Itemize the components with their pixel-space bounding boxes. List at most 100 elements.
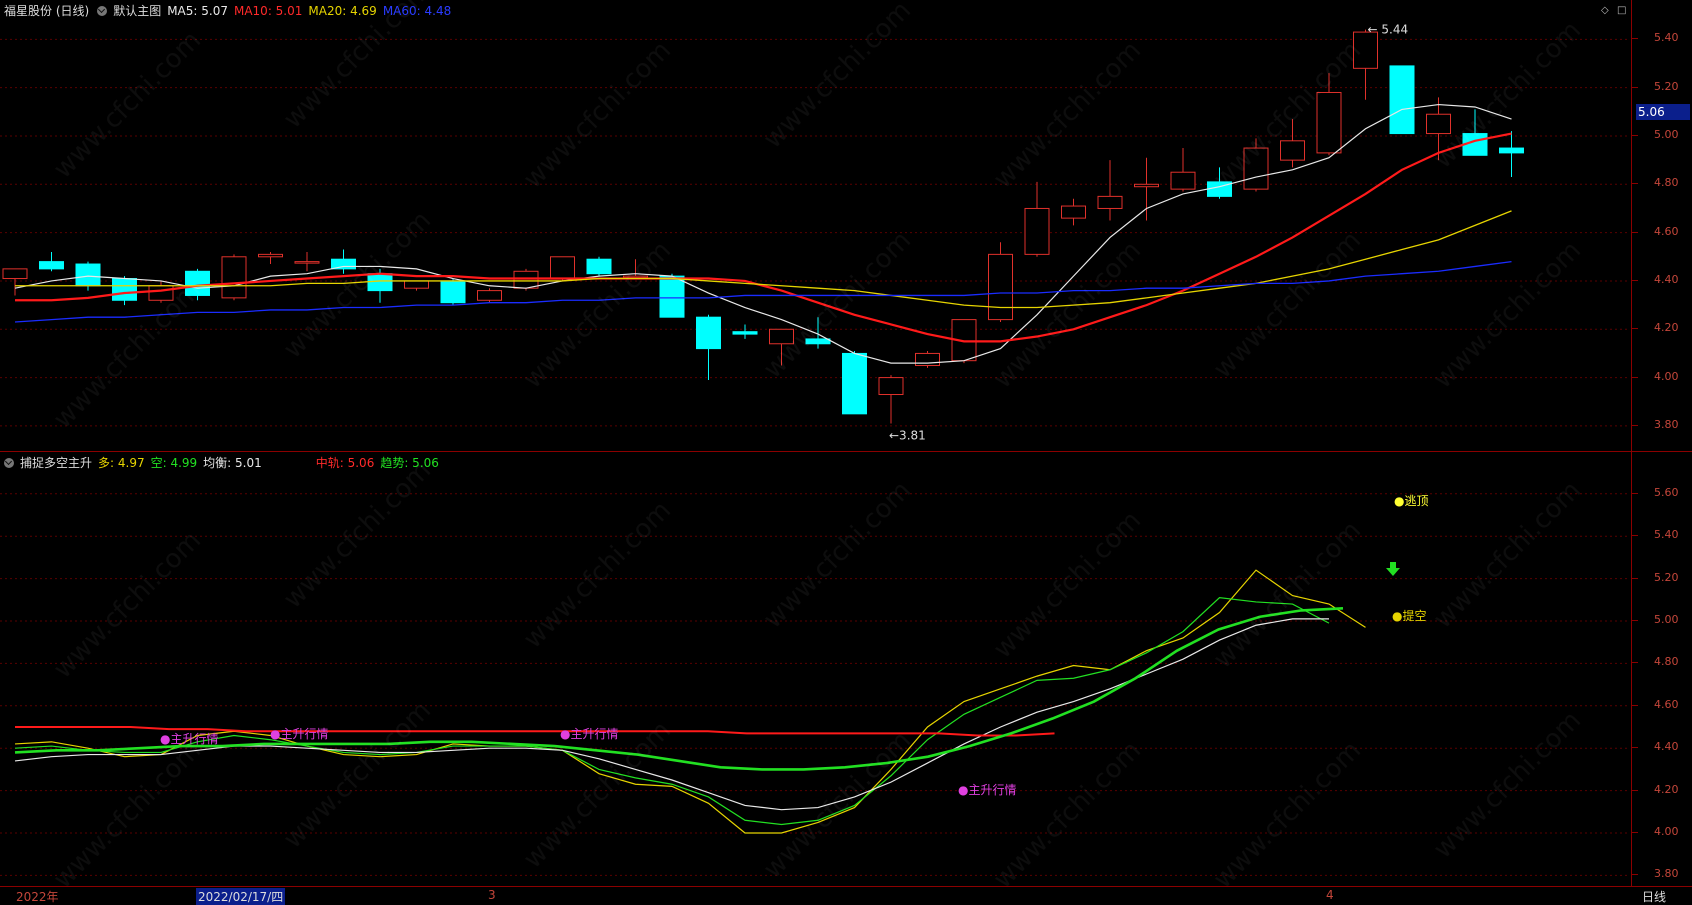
candle-down (659, 275, 685, 318)
sub-legend: 捕捉多空主升 多: 4.97 空: 4.99 均衡: 5.01 中轨: 5.06 趋势: … (4, 454, 445, 472)
price-tick: 5.00 (1632, 127, 1679, 141)
signal-tikong: ●提空 (1392, 608, 1426, 623)
candle-down (112, 278, 137, 301)
template-name[interactable]: 默认主图 (113, 4, 161, 18)
candle-down (440, 280, 466, 304)
indicator-tick: 5.00 (1632, 613, 1679, 626)
candle-up (1024, 207, 1050, 255)
candle-up (550, 256, 575, 280)
indicator-tick: 4.80 (1632, 655, 1679, 669)
candle-up (1170, 171, 1196, 190)
ma5-value: MA5: 5.07 (167, 4, 228, 18)
candle-up (1061, 205, 1086, 219)
period-button[interactable]: 日线 (1642, 888, 1666, 905)
indicator-tick: 5.60 (1632, 485, 1679, 499)
candle-down (331, 258, 356, 270)
candle-up (477, 290, 502, 301)
price-tick: 3.80 (1632, 417, 1679, 431)
candle-up (623, 275, 648, 279)
candle-up (769, 328, 794, 345)
indicator-tick: 5.20 (1632, 570, 1679, 584)
signal-zhusheng: ●主升行情 (958, 783, 1016, 797)
junheng-line (14, 618, 1329, 811)
candle-down (842, 352, 867, 415)
candle-up (1353, 31, 1378, 69)
stock-title[interactable]: 福星股份 (日线) (4, 4, 89, 18)
kong-value: 空: 4.99 (150, 456, 198, 470)
ma60-value: MA60: 4.48 (382, 4, 452, 18)
candle-up (915, 352, 940, 367)
candle-up (148, 285, 174, 301)
price-tick: 5.40 (1632, 31, 1679, 45)
candle-up (988, 253, 1013, 321)
candle-up (1316, 91, 1342, 154)
date-year: 2022年 (16, 890, 59, 904)
duo-line (14, 569, 1366, 834)
price-tick: 5.20 (1632, 79, 1679, 93)
price-tick: 4.60 (1632, 224, 1679, 238)
indicator-chart[interactable]: ●主升行情 ●主升行情 ●主升行情 ●主升行情 ●逃顶 ●提空 (0, 452, 1630, 886)
candle-up (2, 268, 28, 280)
candle-up (513, 270, 539, 289)
price-tick: 4.80 (1632, 176, 1679, 190)
candle-up (404, 280, 429, 289)
ma10-line (15, 132, 1512, 343)
candle-up (878, 377, 904, 396)
candlestick-chart[interactable]: ← 5.44 ←3.81 (0, 0, 1630, 452)
signal-zhusheng: ●主升行情 (270, 727, 328, 741)
diamond-icon[interactable]: ◇ (1601, 6, 1610, 16)
indicator-tick: 4.60 (1632, 697, 1679, 711)
price-tick: 4.20 (1632, 321, 1679, 335)
candle-up (1280, 140, 1305, 161)
price-axis[interactable]: 5.40 5.20 5.00 4.80 4.60 4.40 4.20 4.00 3.80 5.60… (1631, 0, 1692, 886)
ma20-value: MA20: 4.69 (308, 4, 377, 18)
ma10-value: MA10: 5.01 (233, 4, 303, 18)
duo-value: 多: 4.97 (98, 456, 145, 470)
candle-up (1426, 113, 1451, 135)
indicator-panel[interactable]: ●主升行情 ●主升行情 ●主升行情 ●主升行情 ●逃顶 ●提空 捕捉多空主升 多: 4.97… (0, 452, 1630, 886)
candle-down (39, 261, 64, 270)
dropdown-icon[interactable] (97, 5, 108, 16)
main-chart-panel[interactable]: ← 5.44 ←3.81 福星股份 (日线) 默认主图 MA5: 5.07 MA10: … (0, 0, 1630, 452)
price-tick: 4.00 (1632, 369, 1679, 383)
date-april: 4 (1326, 888, 1334, 902)
indicator-tick: 5.40 (1632, 528, 1679, 542)
signal-zhusheng: ●主升行情 (160, 732, 218, 746)
zhonggui-value: 中轨: 5.06 (315, 456, 375, 470)
candle-up (221, 256, 247, 299)
low-label: ←3.81 (889, 429, 926, 443)
high-label: ← 5.44 (1368, 23, 1409, 37)
maximize-icon[interactable]: □ (1617, 6, 1626, 16)
date-axis[interactable]: 2022年 2022/02/17/四 3 4 日线 (0, 886, 1692, 905)
indicator-tick: 4.00 (1632, 825, 1679, 838)
indicator-tick: 4.40 (1632, 740, 1679, 754)
main-legend: 福星股份 (日线) 默认主图 MA5: 5.07 MA10: 5.01 MA20: 4.… (4, 2, 457, 20)
candle-down (185, 270, 210, 296)
candle-down (805, 338, 831, 345)
candle-down (1389, 65, 1415, 135)
indicator-tick: 4.20 (1632, 782, 1679, 796)
candle-down (75, 263, 101, 287)
candle-up (258, 253, 283, 258)
date-march: 3 (488, 888, 496, 902)
cursor-date: 2022/02/17/四 (196, 888, 286, 905)
indicator-tick: 3.80 (1632, 867, 1679, 881)
candle-up (1097, 195, 1123, 209)
candle-up (1243, 147, 1269, 190)
last-price-flag: 5.06 (1636, 104, 1690, 120)
indicator-name[interactable]: 捕捉多空主升 (20, 456, 92, 470)
down-arrow-icon (1386, 562, 1400, 576)
junheng-value: 均衡: 5.01 (203, 456, 262, 470)
signal-taoding: ●逃顶 (1394, 494, 1428, 508)
candle-up (1134, 183, 1159, 188)
candle-up (294, 261, 320, 264)
candle-down (367, 273, 393, 292)
signal-zhusheng: ●主升行情 (560, 727, 618, 741)
qushi-value: 趋势: 5.06 (380, 456, 439, 470)
candle-down (1499, 147, 1524, 154)
candle-down (586, 258, 612, 275)
candle-down (696, 316, 721, 350)
dropdown-icon[interactable] (4, 457, 14, 468)
candle-down (732, 331, 758, 335)
price-tick: 4.40 (1632, 272, 1679, 286)
